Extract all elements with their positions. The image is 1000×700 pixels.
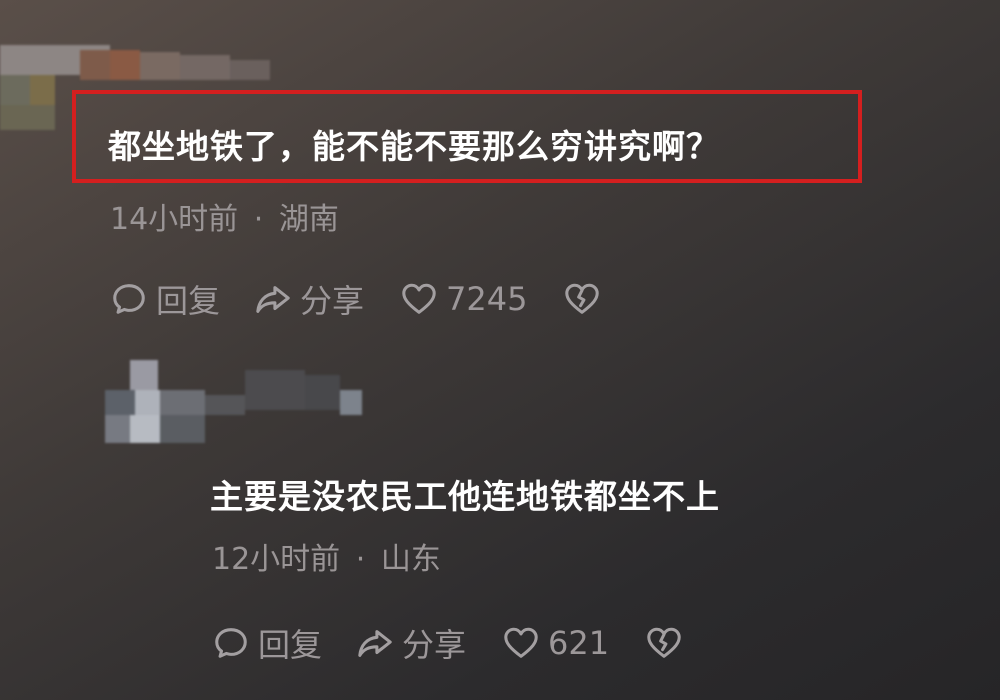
like-button[interactable]: 7245 [400, 280, 527, 318]
like-button[interactable]: 621 [502, 624, 609, 662]
broken-heart-icon [565, 283, 600, 314]
share-button[interactable]: 分享 [254, 276, 364, 322]
like-count: 7245 [446, 280, 528, 318]
censored-user-2 [100, 360, 370, 445]
reply-meta: 12小时前 · 山东 [212, 534, 441, 578]
share-label: 分享 [300, 282, 365, 320]
reply-text: 主要是没农民工他连地铁都坐不上 [210, 477, 720, 516]
reply-actions: 回复 分享 621 [212, 620, 691, 666]
heart-icon [402, 283, 436, 314]
reply-bubble-icon [113, 284, 145, 314]
dislike-button[interactable] [563, 280, 609, 318]
comment-location: 湖南 [278, 202, 339, 237]
comment-meta: 14小时前 · 湖南 [110, 194, 339, 238]
comment-actions: 回复 分享 7245 [110, 276, 609, 322]
share-arrow-icon [256, 286, 290, 313]
reply-time: 12小时前 [212, 542, 341, 577]
broken-heart-icon [647, 627, 681, 658]
reply-label: 回复 [156, 282, 221, 320]
share-arrow-icon [358, 630, 392, 657]
share-label: 分享 [402, 626, 467, 664]
share-button[interactable]: 分享 [356, 620, 466, 666]
heart-icon [504, 627, 538, 658]
reply-bubble-icon [215, 628, 247, 658]
reply-label: 回复 [258, 626, 323, 664]
reply-button[interactable]: 回复 [212, 620, 322, 666]
like-count: 621 [548, 624, 610, 662]
meta-separator: · [253, 202, 264, 237]
comment-time: 14小时前 [110, 202, 239, 237]
comment-text: 都坐地铁了，能不能不要那么穷讲究啊？ [108, 127, 720, 166]
reply-location: 山东 [380, 542, 441, 577]
reply-button[interactable]: 回复 [110, 276, 220, 322]
dislike-button[interactable] [645, 624, 691, 662]
meta-separator: · [355, 542, 366, 577]
